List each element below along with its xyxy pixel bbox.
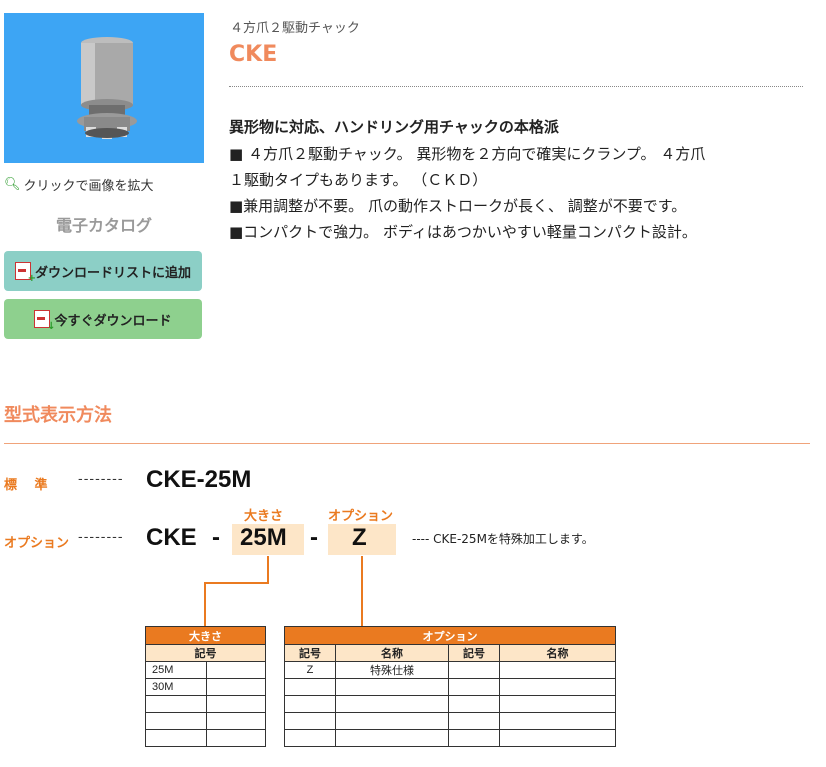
table-row <box>145 712 266 730</box>
size-cell: 25M <box>145 661 207 679</box>
option-cell: 特殊仕様 <box>335 661 449 679</box>
table-row: Z 特殊仕様 <box>284 661 616 679</box>
option-table: オプション 記号 名称 記号 名称 Z 特殊仕様 <box>284 626 616 747</box>
size-cell <box>145 695 207 713</box>
size-table: 大きさ 記号 25M 30M <box>145 626 266 747</box>
table-row: 25M <box>145 661 266 679</box>
table-row <box>284 695 616 713</box>
table-row <box>284 712 616 730</box>
size-cell: 30M <box>145 678 207 696</box>
option-col-code: 記号 <box>284 644 336 662</box>
option-cell <box>448 661 500 679</box>
size-table-column: 記号 <box>145 644 266 662</box>
option-col-name: 名称 <box>499 644 616 662</box>
size-cell <box>145 729 207 747</box>
table-row <box>284 729 616 747</box>
table-row <box>284 678 616 696</box>
table-row <box>145 695 266 713</box>
size-cell <box>145 712 207 730</box>
size-table-title: 大きさ <box>145 626 266 645</box>
option-col-name: 名称 <box>335 644 449 662</box>
option-cell <box>499 661 616 679</box>
table-row: 30M <box>145 678 266 696</box>
option-cell: Z <box>284 661 336 679</box>
option-col-code: 記号 <box>448 644 500 662</box>
option-table-title: オプション <box>284 626 616 645</box>
table-row <box>145 729 266 747</box>
